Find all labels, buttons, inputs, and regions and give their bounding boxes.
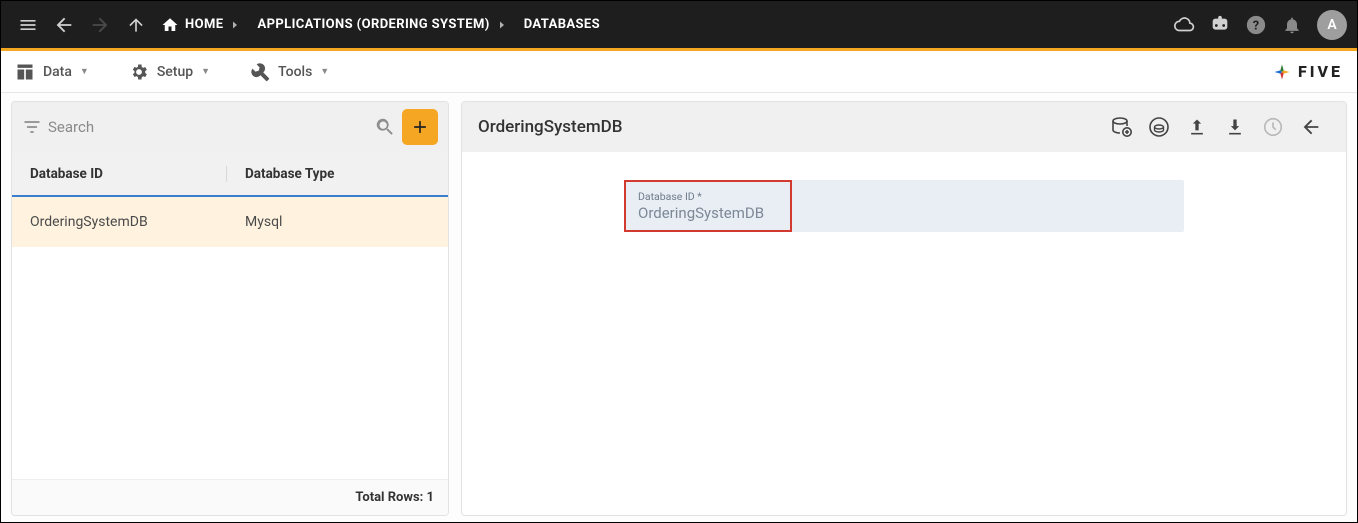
filter-icon[interactable] <box>22 117 42 137</box>
cloud-icon[interactable] <box>1167 8 1201 42</box>
bot-icon[interactable] <box>1203 8 1237 42</box>
avatar[interactable]: A <box>1317 10 1347 40</box>
detail-header: OrderingSystemDB <box>462 102 1346 152</box>
breadcrumb-db-label: DATABASES <box>524 17 600 32</box>
breadcrumb-home[interactable]: HOME <box>161 16 223 34</box>
svg-text:?: ? <box>1253 18 1259 33</box>
database-add-icon[interactable] <box>1102 108 1140 146</box>
history-icon[interactable] <box>1254 108 1292 146</box>
menu-tools-label: Tools <box>278 64 312 80</box>
searchbar <box>12 102 448 152</box>
avatar-letter: A <box>1327 17 1336 33</box>
back-icon[interactable] <box>47 8 81 42</box>
chevron-down-icon: ▼ <box>201 66 210 77</box>
breadcrumb-applications[interactable]: APPLICATIONS (ORDERING SYSTEM) <box>257 17 489 32</box>
detail-title: OrderingSystemDB <box>478 117 622 137</box>
cell-database-type: Mysql <box>227 214 448 230</box>
breadcrumb-app-label: APPLICATIONS (ORDERING SYSTEM) <box>257 17 489 32</box>
menu-data-label: Data <box>43 64 72 80</box>
up-icon[interactable] <box>119 8 153 42</box>
back-arrow-icon[interactable] <box>1292 108 1330 146</box>
column-database-id[interactable]: Database ID <box>12 166 227 182</box>
detail-panel: OrderingSystemDB <box>461 101 1347 516</box>
chevron-down-icon: ▼ <box>320 66 329 77</box>
column-database-type[interactable]: Database Type <box>227 166 448 182</box>
menu-setup[interactable]: Setup ▼ <box>129 62 210 82</box>
breadcrumb-home-label: HOME <box>185 17 223 32</box>
bell-icon[interactable] <box>1275 8 1309 42</box>
body: Database ID Database Type OrderingSystem… <box>1 93 1357 522</box>
menu-tools[interactable]: Tools ▼ <box>250 62 329 82</box>
import-icon[interactable] <box>1178 108 1216 146</box>
chevron-right-icon <box>496 19 518 31</box>
menu-data[interactable]: Data ▼ <box>15 62 89 82</box>
table-body: OrderingSystemDB Mysql <box>12 197 448 479</box>
topbar: HOME APPLICATIONS (ORDERING SYSTEM) DATA… <box>1 1 1357 48</box>
hamburger-icon[interactable] <box>11 8 45 42</box>
table-row[interactable]: OrderingSystemDB Mysql <box>12 197 448 247</box>
form-card: Database ID * OrderingSystemDB <box>624 180 1184 232</box>
form-card-rest <box>792 180 1184 232</box>
footer-label: Total Rows: <box>355 490 423 505</box>
add-button[interactable] <box>402 109 438 145</box>
chevron-down-icon: ▼ <box>80 66 89 77</box>
field-value: OrderingSystemDB <box>638 204 778 222</box>
database-sync-icon[interactable] <box>1140 108 1178 146</box>
search-input[interactable] <box>48 118 368 136</box>
menu-setup-label: Setup <box>157 64 193 80</box>
menubar: Data ▼ Setup ▼ Tools ▼ FIVE <box>1 51 1357 93</box>
footer-count: 1 <box>427 490 434 505</box>
forward-icon <box>83 8 117 42</box>
detail-body: Database ID * OrderingSystemDB <box>462 152 1346 515</box>
list-panel: Database ID Database Type OrderingSystem… <box>11 101 449 516</box>
table-header: Database ID Database Type <box>12 152 448 197</box>
table-footer: Total Rows: 1 <box>12 479 448 515</box>
chevron-right-icon <box>229 19 251 31</box>
brand-name: FIVE <box>1298 62 1343 81</box>
cell-database-id: OrderingSystemDB <box>12 214 227 230</box>
brand-logo-icon <box>1272 62 1292 82</box>
export-icon[interactable] <box>1216 108 1254 146</box>
breadcrumb-databases[interactable]: DATABASES <box>524 17 600 32</box>
field-label: Database ID * <box>638 190 778 203</box>
brand-logo: FIVE <box>1272 62 1343 82</box>
database-id-field[interactable]: Database ID * OrderingSystemDB <box>624 180 792 232</box>
help-icon[interactable]: ? <box>1239 8 1273 42</box>
search-icon[interactable] <box>374 116 396 138</box>
